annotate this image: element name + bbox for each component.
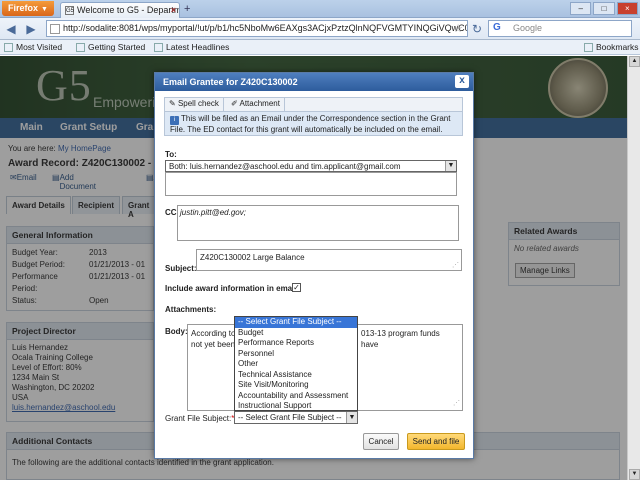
close-icon[interactable]: x (455, 75, 469, 88)
new-tab-icon[interactable]: + (184, 4, 190, 15)
info-icon: i (170, 116, 179, 125)
firefox-menu-label: Firefox (8, 3, 39, 13)
editor-toolbar: ✎ Spell check ✐ Attachment (164, 97, 463, 112)
to-label: To: (165, 150, 177, 159)
scroll-up-icon[interactable]: ▲ (629, 56, 640, 67)
gfs-selected-value: -- Select Grant File Subject -- (238, 413, 342, 422)
forward-icon[interactable]: ▶ (24, 21, 38, 37)
option-other[interactable]: Other (235, 359, 357, 370)
option-technical-assistance[interactable]: Technical Assistance (235, 370, 357, 381)
option-select-subject[interactable]: -- Select Grant File Subject -- (235, 317, 357, 328)
dialog-header: Email Grantee for Z420C130002 x (155, 73, 473, 91)
send-and-file-button[interactable]: Send and file (407, 433, 465, 450)
bookmark-getting-started[interactable]: Getting Started (76, 40, 145, 54)
to-recipients-select[interactable]: Both: luis.hernandez@aschool.edu and tim… (165, 160, 457, 172)
chevron-down-icon: ▼ (41, 6, 48, 13)
bookmark-label: Most Visited (16, 42, 63, 52)
attachments-label: Attachments: (165, 305, 217, 314)
spell-check-button[interactable]: ✎ Spell check (165, 98, 224, 111)
subject-value: Z420C130002 Large Balance (200, 253, 305, 262)
scroll-down-icon[interactable]: ▼ (629, 469, 640, 480)
bookmark-label: Latest Headlines (166, 42, 230, 52)
chevron-down-icon: ▼ (445, 161, 456, 171)
bookmark-most-visited[interactable]: Most Visited (4, 40, 62, 54)
dialog-title: Email Grantee for Z420C130002 (163, 77, 298, 87)
tab-title: Welcome to G5 - Department of Educati... (77, 5, 179, 15)
bookmarks-icon (584, 43, 593, 53)
navigation-toolbar: ◀ ▶ http://sodalite:8081/wps/myportal/!u… (0, 18, 640, 40)
option-performance-reports[interactable]: Performance Reports (235, 338, 357, 349)
rss-icon (154, 43, 163, 53)
bookmark-latest-headlines[interactable]: Latest Headlines (154, 40, 229, 54)
bookmarks-menu-label: Bookmarks (596, 42, 639, 52)
maximize-icon[interactable]: □ (593, 2, 615, 15)
email-grantee-dialog: Email Grantee for Z420C130002 x ✎ Spell … (154, 72, 474, 459)
info-text: This will be filed as an Email under the… (170, 114, 451, 134)
folder-icon (4, 43, 13, 53)
url-bar[interactable]: http://sodalite:8081/wps/myportal/!ut/p/… (46, 20, 468, 37)
close-tab-icon[interactable]: × (171, 5, 176, 15)
to-selected-value: Both: luis.hernandez@aschool.edu and tim… (169, 162, 401, 171)
firefox-menu-button[interactable]: Firefox ▼ (2, 1, 54, 16)
browser-titlebar: Firefox▼ G5Welcome to G5 - Department of… (0, 0, 640, 18)
grant-file-subject-select[interactable]: -- Select Grant File Subject -- ▼ (234, 411, 358, 424)
browser-tab[interactable]: G5Welcome to G5 - Department of Educati.… (60, 2, 180, 18)
bookmarks-menu[interactable]: Bookmarks (584, 40, 639, 54)
resize-grip-icon[interactable]: ⋰ (452, 261, 459, 269)
resize-grip-icon[interactable]: ⋰ (453, 398, 460, 409)
option-budget[interactable]: Budget (235, 328, 357, 339)
info-message: i This will be filed as an Email under th… (164, 112, 463, 136)
attachment-button[interactable]: ✐ Attachment (227, 98, 285, 111)
minimize-icon[interactable]: – (570, 2, 592, 15)
page-icon (76, 43, 85, 53)
window-controls: – □ × (570, 2, 638, 15)
cc-field[interactable]: justin.pitt@ed.gov; (177, 205, 459, 241)
bookmarks-toolbar: Most Visited Getting Started Latest Head… (0, 40, 640, 55)
cancel-button[interactable]: Cancel (363, 433, 399, 450)
grant-file-subject-options: -- Select Grant File Subject -- Budget P… (234, 316, 358, 411)
reload-icon[interactable]: ↻ (470, 21, 484, 37)
option-instructional-support[interactable]: Instructional Support (235, 401, 357, 412)
to-additional-field[interactable] (165, 172, 457, 196)
grant-file-subject-label: Grant File Subject:* (165, 414, 235, 423)
body-label: Body: (165, 327, 188, 336)
close-window-icon[interactable]: × (616, 2, 638, 15)
spell-check-icon: ✎ (169, 99, 176, 108)
option-accountability[interactable]: Accountability and Assessment (235, 391, 357, 402)
page-identity-icon (50, 24, 60, 34)
page-scrollbar[interactable]: ▲ ▼ (627, 56, 640, 480)
search-placeholder: Google (513, 23, 543, 33)
body-text-line1-start: According to (191, 329, 236, 338)
cc-value: justin.pitt@ed.gov; (180, 208, 246, 217)
back-icon[interactable]: ◀ (4, 21, 18, 37)
include-award-info-label: Include award information in email: (165, 284, 300, 293)
g5-favicon-icon: G5 (65, 6, 75, 16)
paperclip-icon: ✐ (231, 99, 238, 108)
google-search-icon: G (493, 22, 501, 33)
bookmark-star-icon[interactable]: ☆ (453, 22, 463, 35)
bookmark-label: Getting Started (88, 42, 146, 52)
subject-field[interactable]: Z420C130002 Large Balance ⋰ (196, 249, 462, 271)
chevron-down-icon: ▼ (346, 412, 357, 423)
include-award-info-checkbox[interactable]: ✓ (292, 283, 301, 292)
url-text: http://sodalite:8081/wps/myportal/!ut/p/… (63, 23, 468, 33)
body-text-line1-end: 013-13 program funds have (361, 329, 440, 349)
option-site-visit[interactable]: Site Visit/Monitoring (235, 380, 357, 391)
subject-label: Subject: (165, 264, 197, 273)
search-input[interactable]: G Google (488, 20, 632, 37)
option-personnel[interactable]: Personnel (235, 349, 357, 360)
